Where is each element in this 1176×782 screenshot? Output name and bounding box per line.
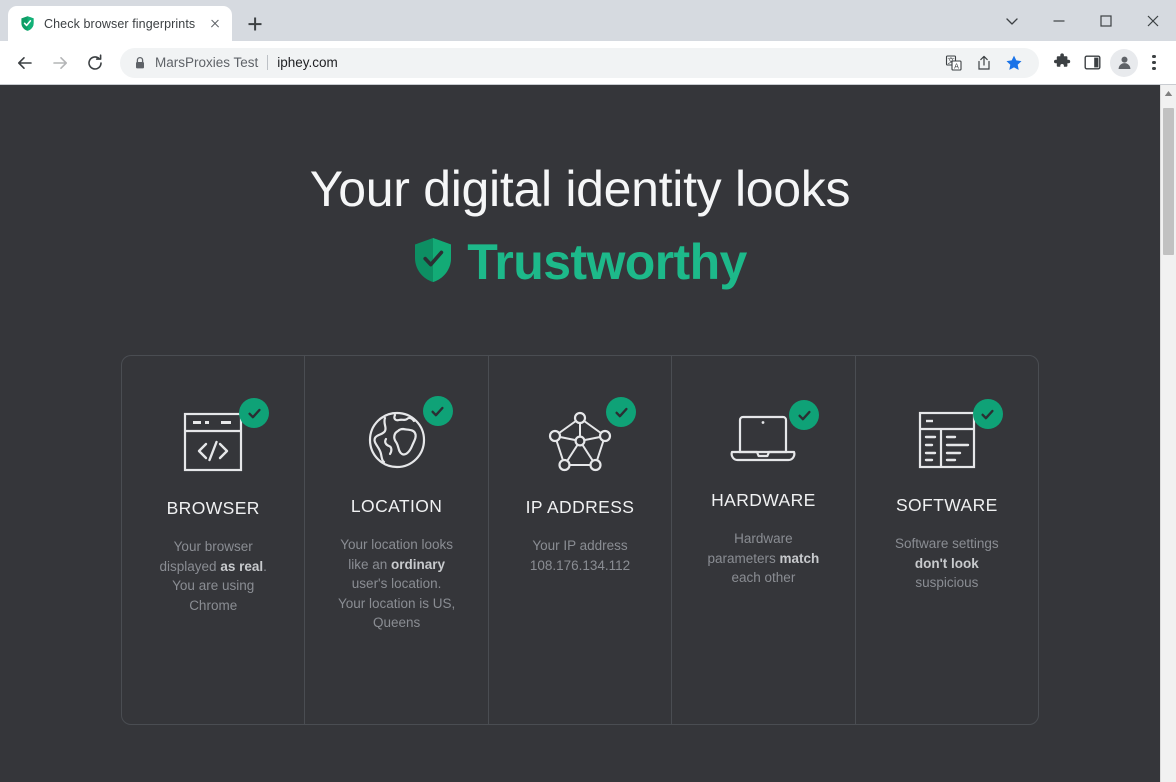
side-panel-icon[interactable]	[1077, 48, 1107, 78]
menu-dot	[1152, 67, 1156, 71]
card-description: Hardware parameters match each other	[707, 531, 820, 585]
star-filled-icon[interactable]	[1001, 50, 1027, 76]
card-description: Your location looks like an ordinary use…	[337, 537, 456, 630]
svg-text:A: A	[954, 62, 959, 70]
person-avatar-icon[interactable]	[1110, 48, 1138, 77]
scrollbar-thumb[interactable]	[1163, 108, 1174, 255]
menu-dot	[1152, 54, 1156, 58]
browser-code-window-icon	[184, 412, 243, 472]
shield-check-icon	[19, 15, 36, 32]
check-circle-icon	[606, 397, 637, 427]
reload-icon[interactable]	[79, 47, 111, 79]
translate-icon[interactable]: 文 A	[941, 50, 967, 76]
address-bar-divider	[267, 55, 269, 70]
new-tab-button[interactable]	[241, 10, 269, 38]
menu-dot	[1152, 60, 1156, 65]
lock-icon	[134, 56, 146, 70]
status-badge: Trustworthy	[467, 234, 747, 290]
card-icon-wrap	[711, 400, 820, 472]
card-icon-wrap	[345, 396, 453, 474]
card-icon-wrap	[161, 398, 270, 476]
card-title: HARDWARE	[711, 490, 816, 510]
check-circle-icon	[422, 396, 453, 426]
address-bar[interactable]: MarsProxies Test iphey.com 文 A	[120, 47, 1039, 78]
share-icon[interactable]	[971, 50, 997, 76]
address-bar-prefix: MarsProxies Test	[155, 55, 259, 70]
close-icon[interactable]	[206, 15, 224, 33]
three-dots-vertical-icon[interactable]	[1141, 54, 1167, 71]
globe-icon	[368, 411, 425, 469]
hero-section: Your digital identity looks Trustworthy	[0, 85, 1160, 291]
card-software[interactable]: SOFTWARE Software settings don't look su…	[856, 356, 1038, 724]
card-description: Software settings don't look suspicious	[895, 536, 999, 590]
shield-check-icon	[413, 236, 453, 289]
card-location[interactable]: LOCATION Your location looks like an ord…	[305, 356, 489, 724]
scrollbar-track[interactable]	[1161, 102, 1176, 782]
page-title: Your digital identity looks	[309, 161, 851, 217]
browser-toolbar: MarsProxies Test iphey.com 文 A	[0, 41, 1176, 85]
check-circle-icon	[239, 398, 270, 428]
close-button[interactable]	[1129, 0, 1176, 41]
address-bar-url: iphey.com	[277, 55, 338, 70]
tab-strip: Check browser fingerprints	[0, 0, 1176, 41]
browser-window: Check browser fingerprints MarsProxies T…	[0, 0, 1176, 782]
card-title: IP ADDRESS	[525, 497, 635, 517]
web-page: Your digital identity looks Trustworthy	[0, 85, 1160, 782]
card-ip-address[interactable]: IP ADDRESS Your IP address 108.176.134.1…	[489, 356, 673, 724]
card-description: Your IP address 108.176.134.112	[529, 538, 631, 573]
caret-up-icon[interactable]	[1161, 85, 1176, 102]
card-hardware[interactable]: HARDWARE Hardware parameters match each …	[672, 356, 856, 724]
card-title: BROWSER	[166, 498, 260, 518]
minimize-button[interactable]	[1035, 0, 1082, 41]
card-description: Your browser displayed as real. You are …	[159, 539, 267, 613]
maximize-button[interactable]	[1082, 0, 1129, 41]
identity-status: Trustworthy	[0, 233, 1160, 291]
browser-tab[interactable]: Check browser fingerprints	[8, 6, 232, 41]
network-nodes-icon	[548, 411, 612, 472]
software-panels-icon	[918, 411, 975, 469]
card-title: SOFTWARE	[895, 495, 998, 515]
check-circle-icon	[972, 399, 1003, 429]
card-icon-wrap	[528, 397, 637, 475]
window-controls	[988, 0, 1176, 41]
check-circle-icon	[789, 400, 820, 430]
page-scrollbar[interactable]	[1160, 85, 1176, 782]
page-viewport: Your digital identity looks Trustworthy	[0, 85, 1176, 782]
forward-arrow-icon[interactable]	[44, 47, 76, 79]
address-bar-actions: 文 A	[941, 50, 1027, 76]
tab-title: Check browser fingerprints	[44, 16, 196, 31]
card-title: LOCATION	[350, 496, 443, 516]
fingerprint-cards: BROWSER Your browser displayed as real. …	[121, 355, 1039, 725]
puzzle-piece-icon[interactable]	[1047, 48, 1077, 78]
tab-search-button[interactable]	[988, 0, 1035, 41]
card-icon-wrap	[895, 399, 1003, 473]
back-arrow-icon[interactable]	[9, 47, 41, 79]
card-browser[interactable]: BROWSER Your browser displayed as real. …	[122, 356, 306, 724]
